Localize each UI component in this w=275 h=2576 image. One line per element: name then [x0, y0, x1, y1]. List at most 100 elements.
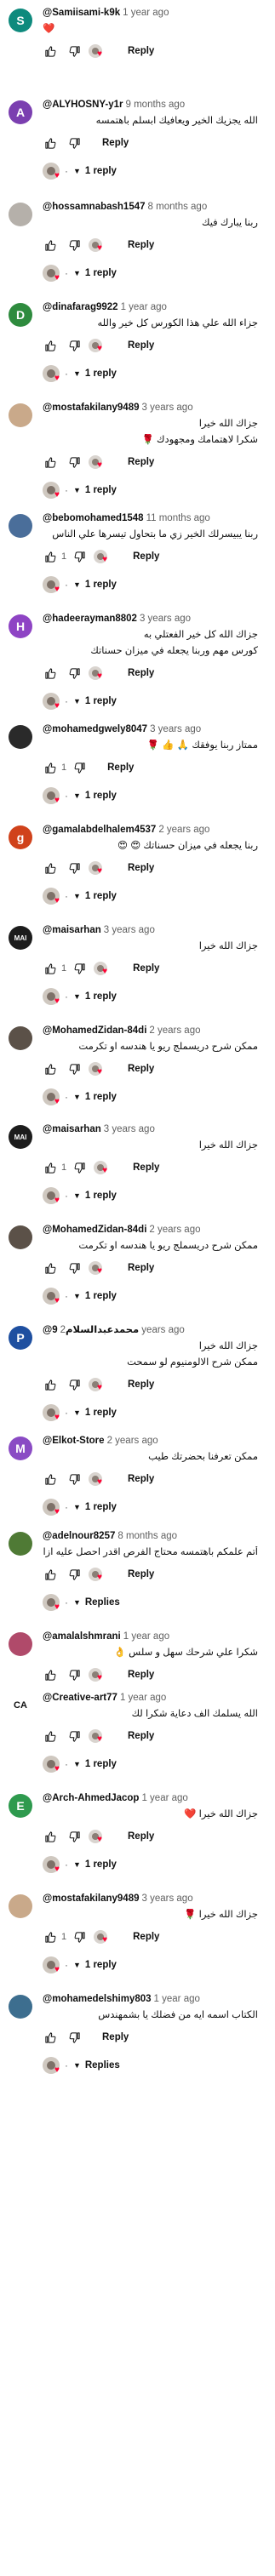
reply-button[interactable]: Reply [123, 454, 159, 471]
replies-count[interactable]: Replies [85, 1597, 120, 1608]
comment-time[interactable]: 11 months ago [146, 513, 210, 523]
comment-time[interactable]: 3 years ago [142, 1893, 193, 1904]
view-replies-button[interactable]: ♥ · ▼ 1 reply [43, 572, 268, 597]
avatar[interactable] [9, 514, 32, 538]
like-icon[interactable] [43, 1667, 58, 1682]
reply-button[interactable]: Reply [128, 548, 164, 565]
replies-count[interactable]: 1 reply [85, 1859, 117, 1870]
view-replies-button[interactable]: ♥ · ▼ 1 reply [43, 984, 268, 1009]
comment-author[interactable]: @maisarhan [43, 1124, 101, 1134]
view-replies-button[interactable]: ♥ · ▼ 1 reply [43, 477, 268, 503]
comment-author[interactable]: @محمدعبدالسلام9 [43, 1325, 139, 1335]
like-icon[interactable] [43, 1728, 58, 1744]
comment-author[interactable]: @MohamedZidan-84di [43, 1025, 146, 1036]
view-replies-button[interactable]: ♥ · ▼ 1 reply [43, 688, 268, 714]
like-icon[interactable] [43, 1929, 58, 1945]
replies-count[interactable]: 1 reply [85, 580, 117, 590]
reply-button[interactable]: Reply [123, 1376, 159, 1393]
comment-time[interactable]: 2 years ago [158, 825, 209, 835]
replies-count[interactable]: 1 reply [85, 1408, 117, 1418]
reply-button[interactable]: Reply [123, 1471, 159, 1488]
avatar[interactable] [9, 403, 32, 427]
avatar[interactable]: CA [9, 1694, 32, 1717]
comment-author[interactable]: @dinafarag9922 [43, 302, 118, 312]
dislike-icon[interactable] [66, 1377, 82, 1392]
reply-button[interactable]: Reply [123, 1666, 159, 1683]
dislike-icon[interactable] [66, 1260, 82, 1276]
reply-button[interactable]: Reply [123, 43, 159, 60]
like-icon[interactable] [43, 760, 58, 775]
dislike-icon[interactable] [66, 237, 82, 253]
like-icon[interactable] [43, 1377, 58, 1392]
comment-time[interactable]: 1 year ago [121, 302, 167, 312]
comment-author[interactable]: @hossamnabash1547 [43, 202, 146, 212]
like-icon[interactable] [43, 338, 58, 353]
view-replies-button[interactable]: ♥ · ▼ 1 reply [43, 1183, 268, 1208]
replies-count[interactable]: 1 reply [85, 891, 117, 901]
replies-count[interactable]: 1 reply [85, 166, 117, 176]
reply-button[interactable]: Reply [97, 2029, 134, 2046]
replies-count[interactable]: 1 reply [85, 1502, 117, 1512]
replies-count[interactable]: 1 reply [85, 791, 117, 801]
avatar[interactable]: P [9, 1326, 32, 1350]
reply-button[interactable]: Reply [123, 1728, 159, 1745]
like-icon[interactable] [43, 1829, 58, 1844]
comment-author[interactable]: @ALYHOSNY-y1r [43, 100, 123, 110]
reply-button[interactable]: Reply [97, 134, 134, 151]
avatar[interactable]: H [9, 614, 32, 638]
replies-count[interactable]: 1 reply [85, 696, 117, 706]
avatar[interactable]: D [9, 303, 32, 327]
avatar[interactable]: A [9, 100, 32, 124]
avatar[interactable] [9, 203, 32, 226]
comment-author[interactable]: @maisarhan [43, 925, 101, 935]
avatar[interactable] [9, 1632, 32, 1656]
reply-button[interactable]: Reply [123, 1828, 159, 1845]
like-icon[interactable] [43, 1160, 58, 1175]
comment-author[interactable]: @Arch-AhmedJacop [43, 1793, 139, 1803]
reply-button[interactable]: Reply [102, 759, 139, 776]
comment-time[interactable]: 1 year ago [123, 8, 169, 18]
replies-count[interactable]: 1 reply [85, 1191, 117, 1201]
reply-button[interactable]: Reply [123, 337, 159, 354]
comment-author[interactable]: @hadeerayman8802 [43, 614, 137, 624]
view-replies-button[interactable]: ♥ · ▼ 1 reply [43, 1494, 268, 1520]
view-replies-button[interactable]: ♥ · ▼ 1 reply [43, 1751, 268, 1777]
avatar[interactable] [9, 1532, 32, 1556]
like-icon[interactable] [43, 1061, 58, 1077]
view-replies-button[interactable]: ♥ · ▼ Replies [43, 2053, 268, 2078]
avatar[interactable]: M [9, 1437, 32, 1460]
like-icon[interactable] [43, 237, 58, 253]
avatar[interactable] [9, 1026, 32, 1050]
dislike-icon[interactable] [66, 338, 82, 353]
replies-count[interactable]: 1 reply [85, 991, 117, 1002]
reply-button[interactable]: Reply [123, 665, 159, 682]
like-icon[interactable] [43, 2030, 58, 2045]
view-replies-button[interactable]: ♥ · ▼ 1 reply [43, 260, 268, 286]
dislike-icon[interactable] [66, 135, 82, 151]
dislike-icon[interactable] [72, 549, 87, 564]
replies-count[interactable]: 1 reply [85, 1759, 117, 1769]
avatar[interactable] [9, 1894, 32, 1918]
dislike-icon[interactable] [66, 860, 82, 876]
reply-button[interactable]: Reply [128, 1159, 164, 1176]
reply-button[interactable]: Reply [128, 1928, 164, 1945]
like-icon[interactable] [43, 860, 58, 876]
dislike-icon[interactable] [66, 454, 82, 470]
comment-time[interactable]: 8 months ago [117, 1531, 177, 1541]
dislike-icon[interactable] [66, 1471, 82, 1487]
like-icon[interactable] [43, 1260, 58, 1276]
dislike-icon[interactable] [66, 1728, 82, 1744]
view-replies-button[interactable]: ♥ · ▼ 1 reply [43, 361, 268, 386]
comment-time[interactable]: 2 years ago [149, 1225, 200, 1235]
reply-button[interactable]: Reply [123, 1060, 159, 1077]
like-icon[interactable] [43, 43, 58, 59]
replies-count[interactable]: Replies [85, 2060, 120, 2071]
dislike-icon[interactable] [72, 760, 87, 775]
dislike-icon[interactable] [66, 2030, 82, 2045]
view-replies-button[interactable]: ♥ · ▼ 1 reply [43, 1852, 268, 1877]
comment-time[interactable]: 8 months ago [148, 202, 208, 212]
comment-author[interactable]: @Creative-art77 [43, 1693, 117, 1703]
dislike-icon[interactable] [66, 1829, 82, 1844]
view-replies-button[interactable]: ♥ · ▼ 1 reply [43, 783, 268, 808]
comment-time[interactable]: 1 year ago [120, 1693, 166, 1703]
